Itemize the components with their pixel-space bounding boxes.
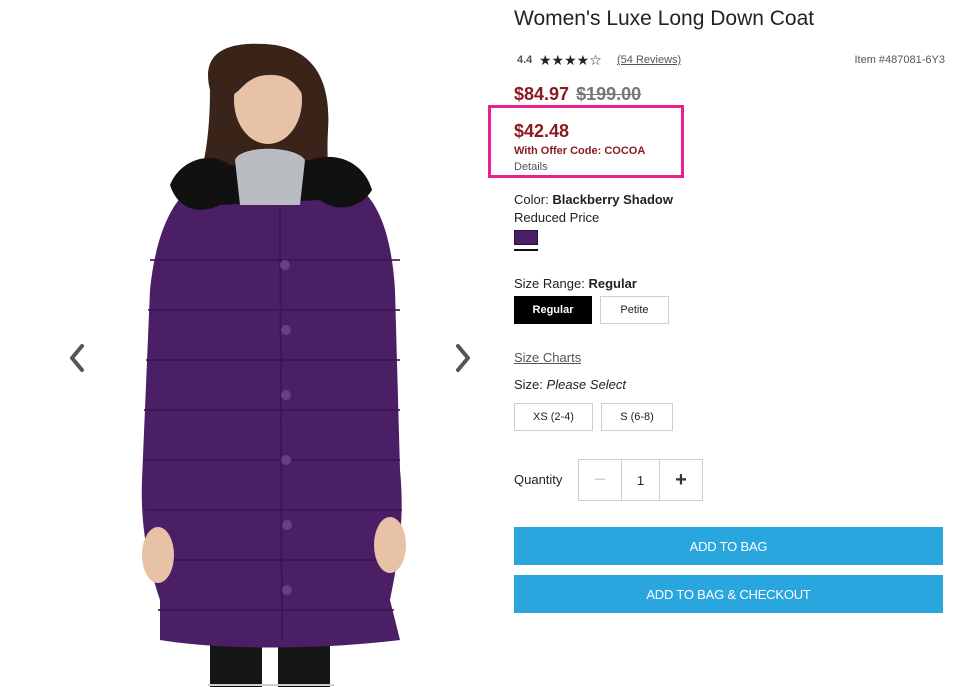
minus-icon: − [594, 468, 606, 491]
size-range-petite-button[interactable]: Petite [600, 296, 669, 324]
gallery-next-button[interactable] [448, 340, 478, 376]
star-rating-icon: ★★★★☆ [539, 52, 602, 68]
quantity-decrease-button[interactable]: − [579, 460, 621, 500]
product-gallery [0, 0, 500, 687]
chevron-left-icon [70, 344, 84, 372]
color-value: Blackberry Shadow [552, 192, 673, 207]
add-to-bag-button[interactable]: ADD TO BAG [514, 527, 943, 565]
add-to-bag-checkout-button[interactable]: ADD TO BAG & CHECKOUT [514, 575, 943, 613]
size-range-regular-button[interactable]: Regular [514, 296, 592, 324]
rating-value: 4.4 [517, 54, 533, 66]
rating-row: 4.4 ★★★★☆ (54 Reviews) Item #487081-6Y3 [517, 52, 945, 70]
size-value: Please Select [546, 377, 627, 392]
size-range-value: Regular [588, 276, 637, 291]
size-xs-button[interactable]: XS (2-4) [514, 403, 593, 431]
original-price: $199.00 [576, 84, 642, 104]
item-number: Item #487081-6Y3 [854, 54, 945, 66]
reviews-link[interactable]: (54 Reviews) [617, 54, 681, 66]
quantity-input[interactable] [621, 460, 660, 500]
offer-details-link[interactable]: Details [514, 161, 548, 173]
sale-price: $84.97 [514, 84, 570, 104]
offer-code: With Offer Code: COCOA [514, 145, 646, 157]
quantity-increase-button[interactable]: + [660, 460, 702, 500]
product-details: Women's Luxe Long Down Coat 4.4 ★★★★☆ (5… [488, 0, 954, 687]
chevron-right-icon [456, 344, 470, 372]
size-charts-link[interactable]: Size Charts [514, 350, 581, 365]
price-row: $84.97 $199.00 [514, 84, 641, 105]
plus-icon: + [675, 468, 687, 491]
product-image[interactable] [100, 0, 440, 687]
color-label: Color: [514, 192, 549, 207]
quantity-label: Quantity [514, 472, 563, 487]
size-range-label: Size Range: [514, 276, 585, 291]
size-line: Size: Please Select [514, 377, 626, 392]
color-line: Color: Blackberry Shadow [514, 192, 673, 207]
swatch-selected-indicator [514, 249, 538, 251]
size-s-button[interactable]: S (6-8) [601, 403, 673, 431]
size-range-line: Size Range: Regular [514, 276, 637, 291]
color-swatch[interactable] [514, 230, 538, 245]
reduced-price-note: Reduced Price [514, 210, 600, 225]
offer-price: $42.48 [514, 121, 570, 141]
quantity-stepper: − + [578, 459, 703, 501]
product-title: Women's Luxe Long Down Coat [514, 7, 815, 30]
gallery-prev-button[interactable] [62, 340, 92, 376]
size-label: Size: [514, 377, 543, 392]
image-indicator [208, 684, 334, 686]
